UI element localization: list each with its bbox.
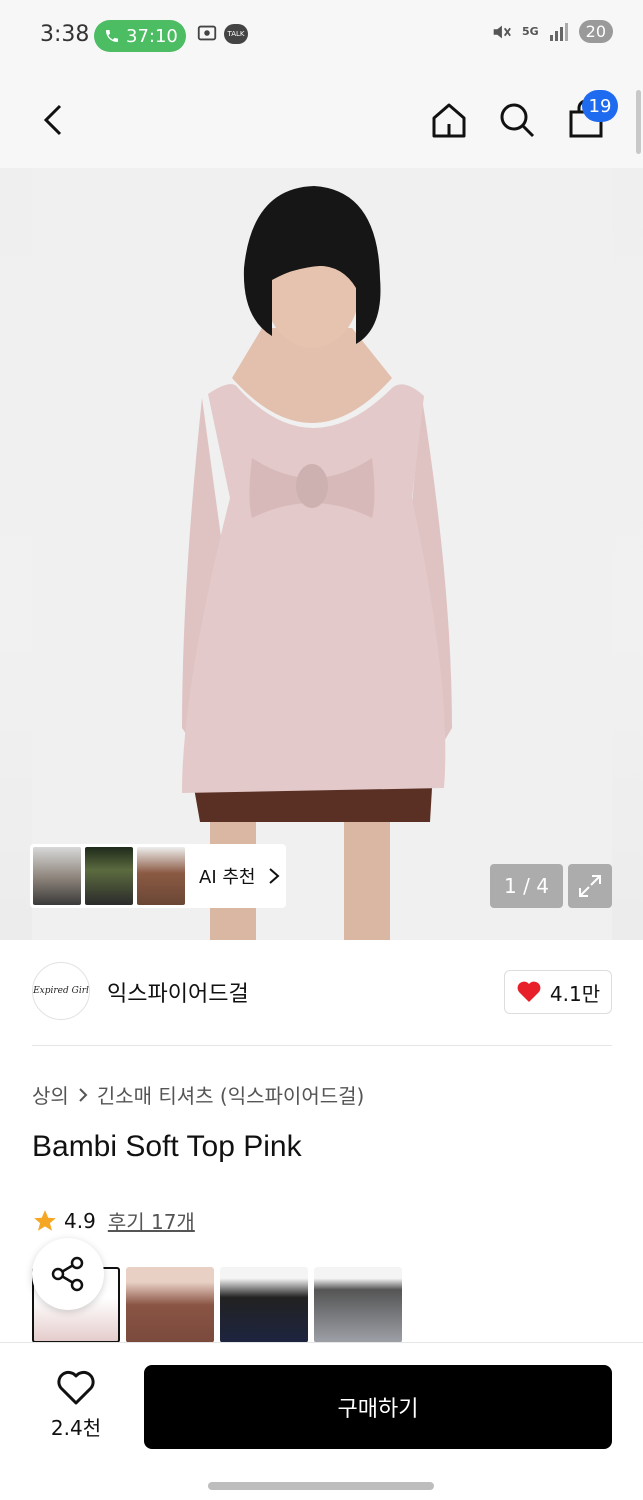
status-right: 5G 20 xyxy=(490,20,613,43)
brand-like-button[interactable]: 4.1만 xyxy=(504,970,612,1014)
variant-thumbnail[interactable] xyxy=(314,1267,402,1343)
wishlist-button[interactable]: 2.4천 xyxy=(40,1370,112,1442)
screenshot-icon xyxy=(197,25,217,41)
cart-count-badge: 19 xyxy=(582,90,618,122)
chevron-right-icon xyxy=(79,1087,88,1102)
ai-thumbnail xyxy=(33,847,81,905)
product-photo xyxy=(32,168,612,940)
breadcrumb-category[interactable]: 상의 xyxy=(32,1080,69,1109)
heart-filled-icon xyxy=(517,981,541,1002)
share-button[interactable] xyxy=(32,1238,104,1310)
search-icon xyxy=(500,103,535,138)
wishlist-count: 2.4천 xyxy=(50,1416,102,1440)
model-illustration xyxy=(182,186,452,940)
scrollbar[interactable] xyxy=(636,90,641,154)
phone-icon xyxy=(106,30,118,42)
network-type: 5G xyxy=(521,25,539,38)
image-counter: 1 / 4 xyxy=(490,864,563,908)
status-time: 3:38 xyxy=(40,22,90,47)
star-icon xyxy=(34,1209,56,1231)
signal-icon xyxy=(549,22,568,41)
breadcrumb: 상의 긴소매 티셔츠 (익스파이어드걸) xyxy=(32,1080,364,1109)
top-nav xyxy=(0,72,643,168)
chevron-right-icon xyxy=(269,868,280,884)
divider xyxy=(32,1045,612,1046)
call-indicator[interactable]: 37:10 xyxy=(94,20,186,52)
status-bar: 3:38 37:10 TALK 5G 20 xyxy=(0,0,643,72)
home-button[interactable] xyxy=(425,96,473,144)
breadcrumb-subcategory[interactable]: 긴소매 티셔츠 (익스파이어드걸) xyxy=(97,1080,365,1109)
review-link[interactable]: 후기 17개 xyxy=(108,1206,195,1235)
call-duration: 37:10 xyxy=(126,25,178,47)
ai-recommendation-button[interactable]: AI 추천 xyxy=(30,844,286,908)
ai-thumbnail xyxy=(137,847,185,905)
product-image-carousel[interactable]: AI 추천 1 / 4 xyxy=(0,168,643,940)
expand-icon xyxy=(579,875,601,897)
back-button[interactable] xyxy=(30,96,78,144)
share-icon xyxy=(51,1256,84,1292)
brand-like-count: 4.1만 xyxy=(549,981,601,1006)
home-icon xyxy=(432,103,466,138)
kakaotalk-icon: TALK xyxy=(224,24,248,44)
expand-button[interactable] xyxy=(568,864,612,908)
product-rating: 4.9 후기 17개 xyxy=(32,1206,195,1235)
search-button[interactable] xyxy=(493,96,541,144)
mute-icon xyxy=(493,25,511,38)
ai-recommendation-label: AI 추천 xyxy=(199,867,256,888)
variant-thumbnail[interactable] xyxy=(126,1267,214,1343)
chevron-left-icon xyxy=(43,104,62,136)
ai-thumbnail xyxy=(85,847,133,905)
brand-name[interactable]: 익스파이어드걸 xyxy=(107,976,249,1008)
buy-button[interactable]: 구매하기 xyxy=(144,1365,612,1449)
heart-outline-icon xyxy=(57,1370,95,1405)
product-title: Bambi Soft Top Pink xyxy=(32,1130,302,1163)
brand-logo[interactable]: Expired Girl xyxy=(32,962,90,1020)
home-indicator[interactable] xyxy=(208,1482,434,1490)
rating-value: 4.9 xyxy=(64,1208,96,1233)
battery-level: 20 xyxy=(578,20,613,43)
variant-thumbnail[interactable] xyxy=(220,1267,308,1343)
